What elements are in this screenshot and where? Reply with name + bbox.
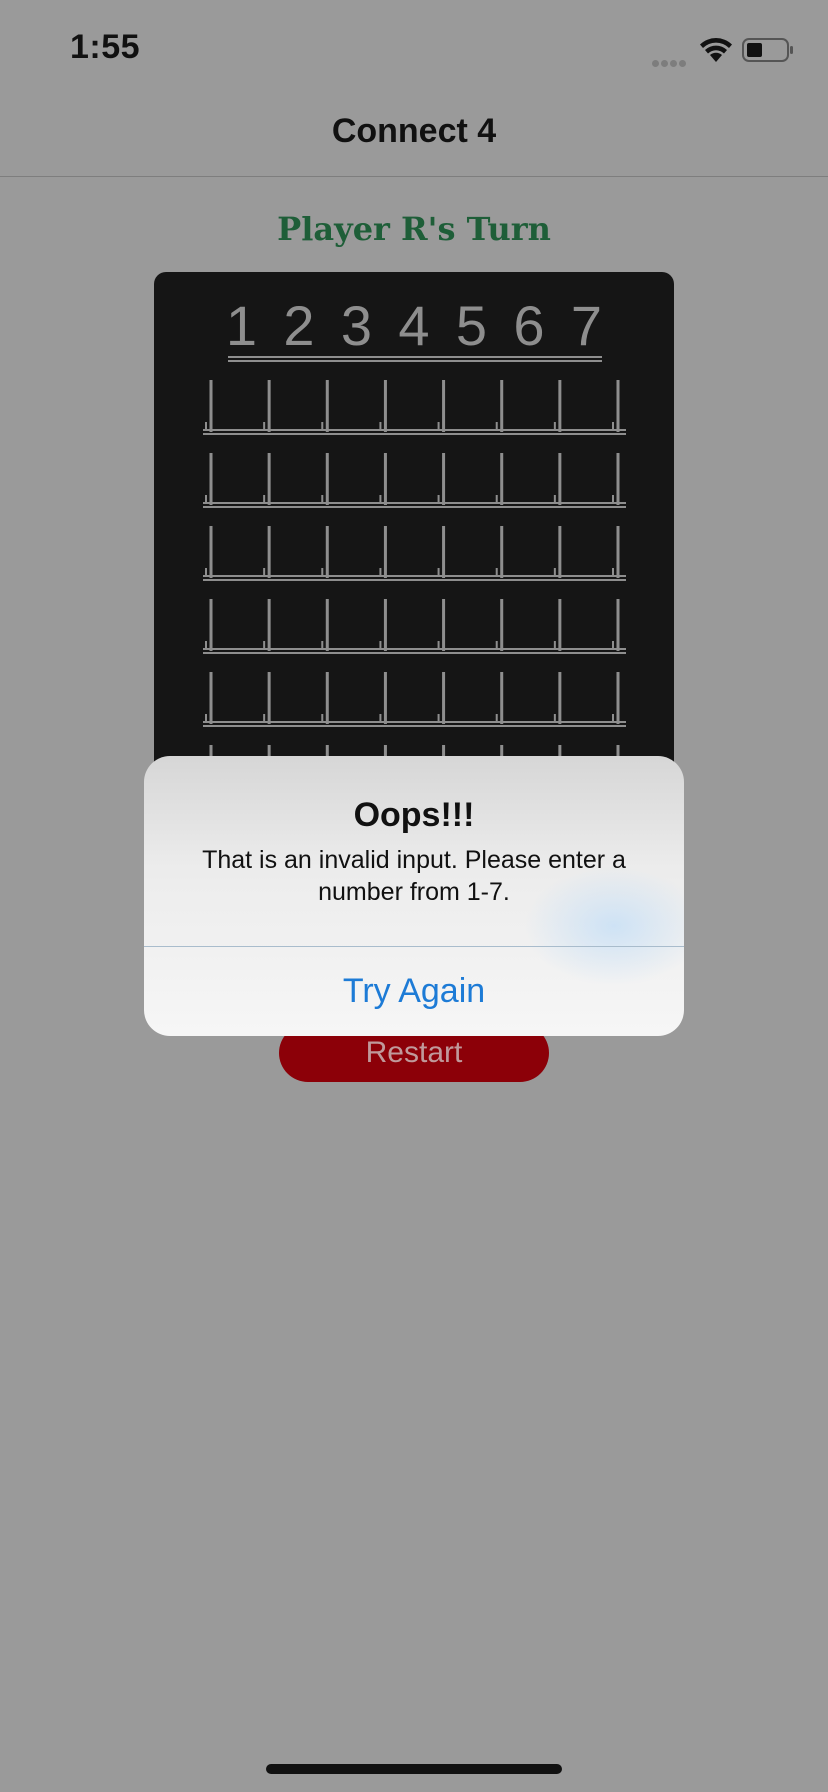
board-slot	[329, 380, 383, 432]
home-indicator[interactable]	[266, 1764, 562, 1774]
wifi-icon	[700, 38, 732, 62]
board-slot	[562, 526, 616, 578]
game-board: 1234567	[154, 272, 674, 772]
board-row	[203, 599, 626, 654]
board-slot	[504, 453, 558, 505]
board-slot	[329, 672, 383, 724]
turn-label: Player R's Turn	[277, 210, 551, 248]
board-slot	[271, 672, 325, 724]
board-row	[203, 526, 626, 581]
board-slot	[387, 599, 441, 651]
board-slot	[562, 380, 616, 432]
board-row	[203, 380, 626, 435]
board-slot	[271, 526, 325, 578]
board-slot	[213, 453, 267, 505]
alert-title: Oops!!!	[353, 796, 475, 834]
board-slot	[446, 599, 500, 651]
board-slot	[562, 672, 616, 724]
board-slot	[562, 453, 616, 505]
board-slot	[562, 599, 616, 651]
board-slot	[213, 599, 267, 651]
board-slot	[271, 599, 325, 651]
status-bar: 1:55	[0, 0, 828, 96]
board-slot	[329, 599, 383, 651]
board-slot	[213, 380, 267, 432]
navigation-bar: Connect 4	[0, 96, 828, 177]
board-row	[203, 672, 626, 727]
board-slot	[213, 526, 267, 578]
board-slot	[446, 526, 500, 578]
board-slot	[387, 380, 441, 432]
board-slot	[504, 526, 558, 578]
board-slot	[271, 380, 325, 432]
nav-title: Connect 4	[331, 112, 497, 150]
board-slot	[387, 672, 441, 724]
board-grid	[203, 380, 626, 772]
board-slot	[271, 453, 325, 505]
board-slot	[329, 526, 383, 578]
board-slot	[387, 526, 441, 578]
board-slot	[504, 380, 558, 432]
board-slot	[387, 453, 441, 505]
status-time: 1:55	[70, 28, 141, 66]
try-again-button[interactable]: Try Again	[144, 947, 684, 1036]
board-row	[203, 453, 626, 508]
board-slot	[504, 672, 558, 724]
board-slot	[504, 599, 558, 651]
cellular-dots-icon	[652, 54, 690, 67]
board-slot	[329, 453, 383, 505]
board-slot	[446, 672, 500, 724]
alert-dialog: Oops!!! That is an invalid input. Please…	[144, 756, 684, 1036]
battery-icon	[742, 38, 793, 62]
board-slot	[213, 672, 267, 724]
app-screen: 1:55 Connect 4 Player R's Turn 1234567 R…	[0, 0, 828, 1792]
board-slot	[446, 453, 500, 505]
board-slot	[446, 380, 500, 432]
alert-message: That is an invalid input. Please enter a…	[202, 846, 626, 906]
